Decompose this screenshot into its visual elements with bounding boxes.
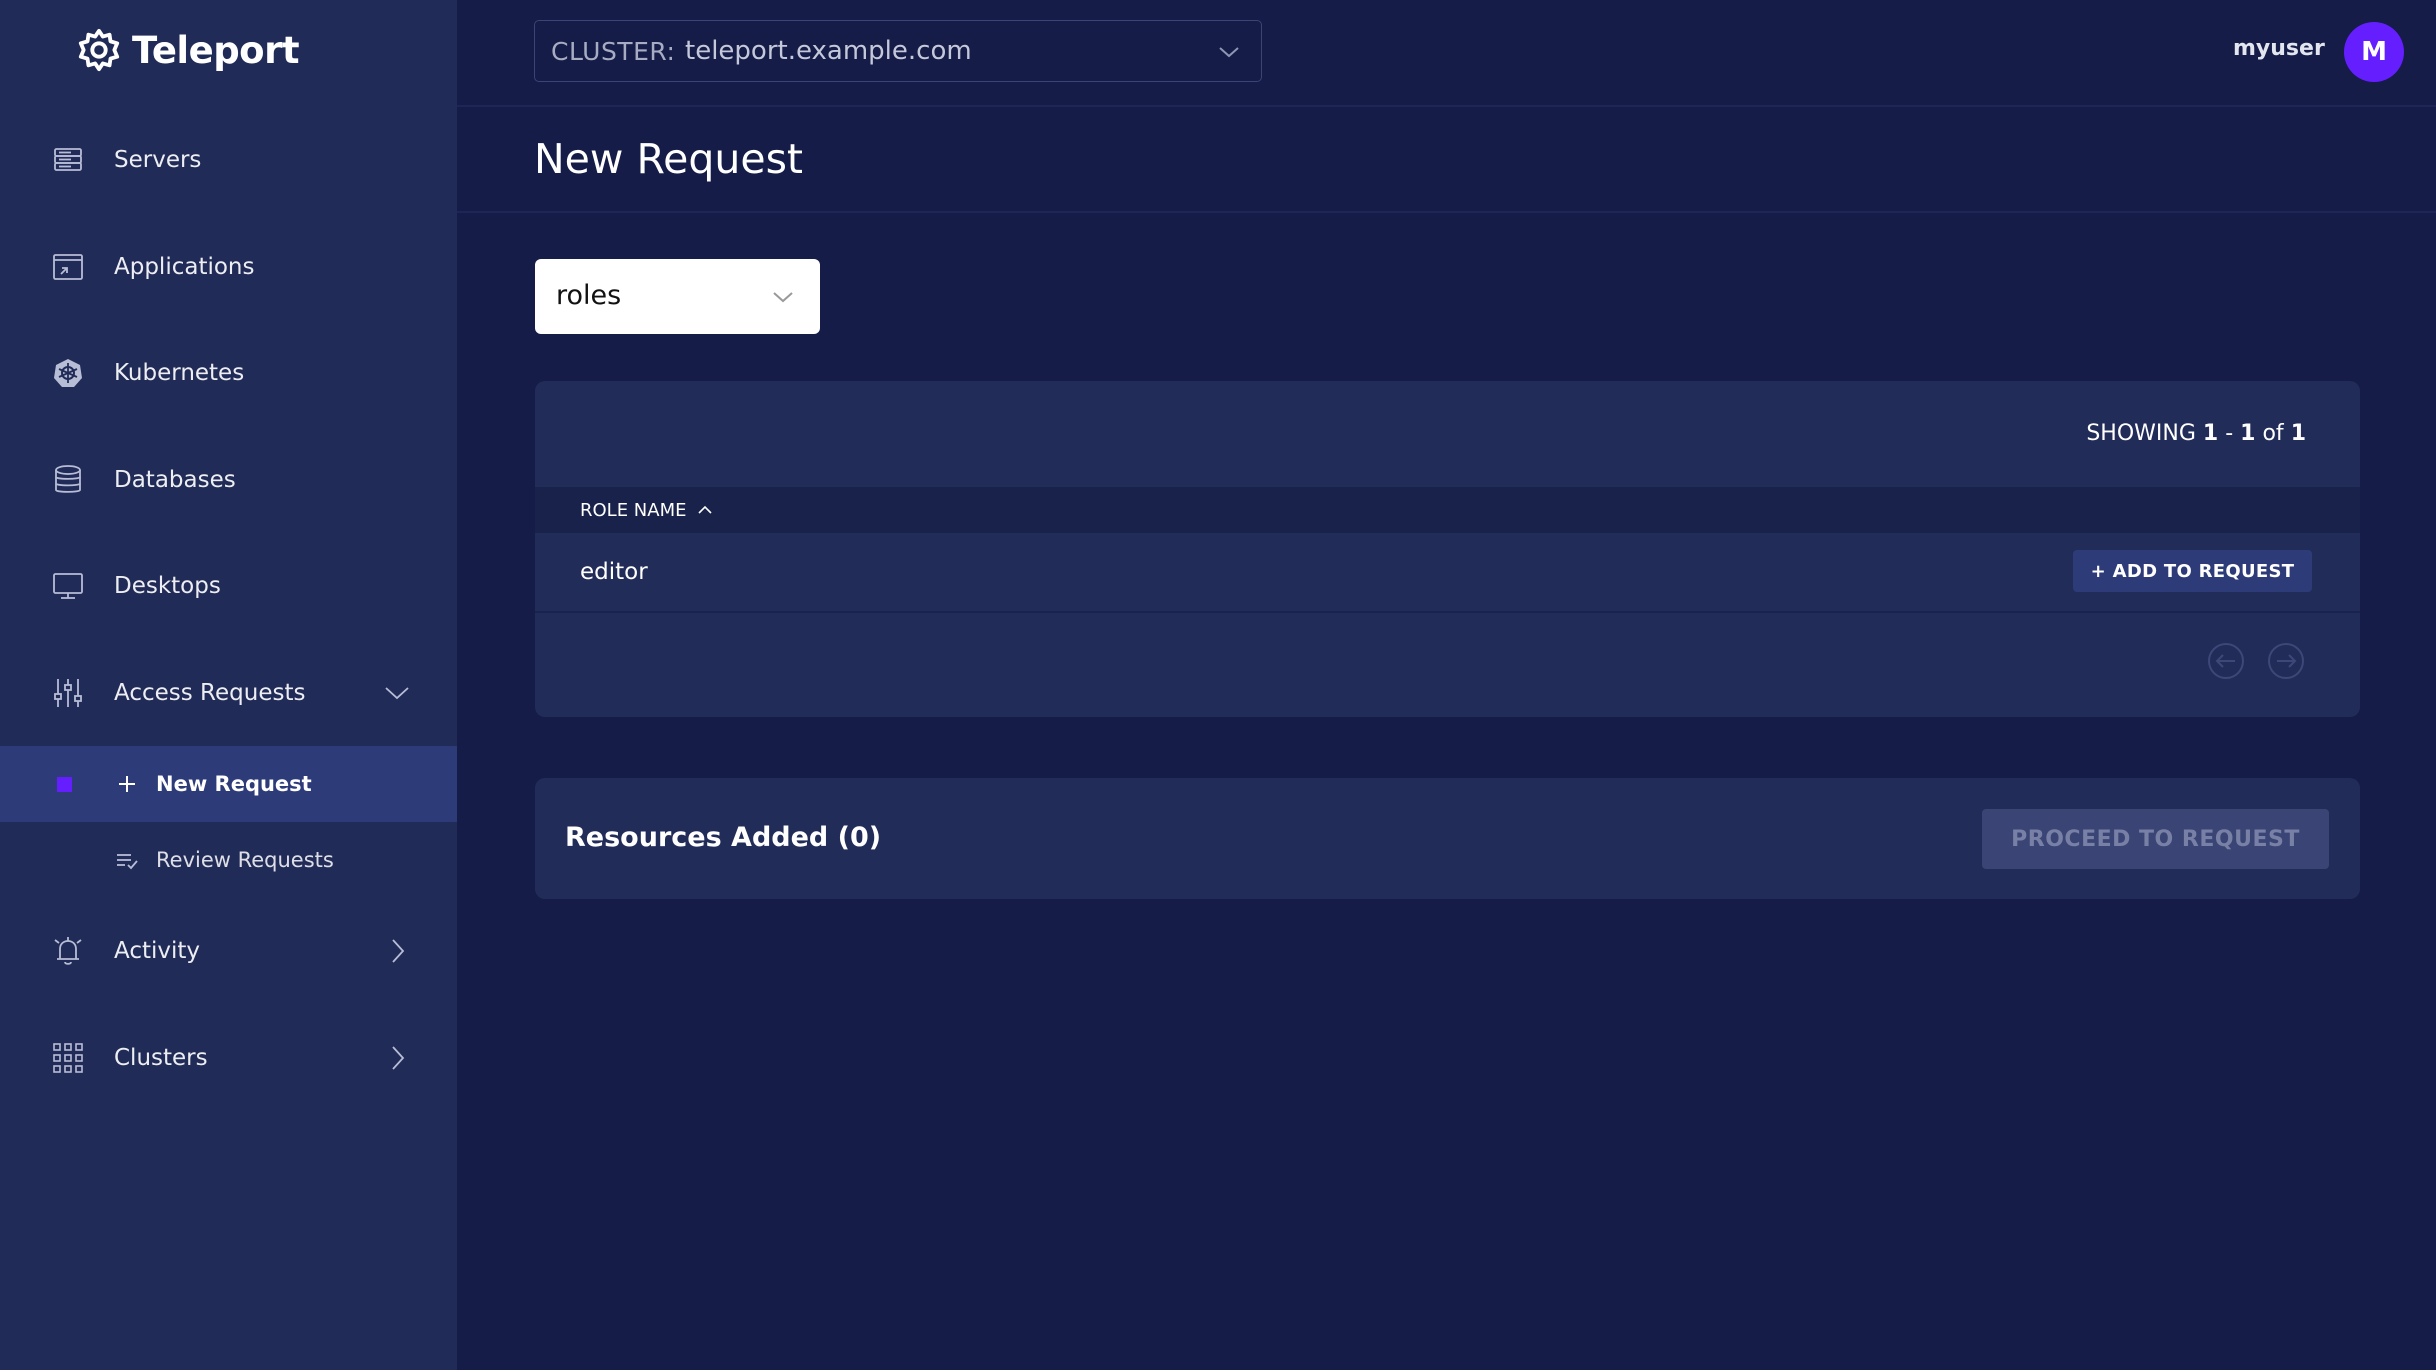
- sidebar-item-applications[interactable]: Applications: [0, 227, 457, 307]
- desktop-icon: [50, 568, 86, 604]
- sidebar-item-label: Activity: [114, 938, 201, 964]
- sidebar-item-desktops[interactable]: Desktops: [0, 546, 457, 626]
- topbar: CLUSTER: teleport.example.com myuser M: [457, 0, 2436, 107]
- sidebar-item-label: Access Requests: [114, 680, 306, 706]
- chevron-down-icon[interactable]: [382, 678, 412, 708]
- sliders-icon: [50, 675, 86, 711]
- page-header: New Request: [457, 107, 2436, 213]
- sidebar-item-label: Desktops: [114, 573, 221, 599]
- chevron-down-icon: [773, 292, 793, 303]
- column-header-label: ROLE NAME: [580, 499, 687, 521]
- active-indicator: [57, 776, 72, 792]
- cluster-select-value: teleport.example.com: [685, 36, 972, 66]
- sidebar-item-kubernetes[interactable]: Kubernetes: [0, 333, 457, 413]
- user-menu-name[interactable]: myuser: [2233, 36, 2325, 61]
- brand-name: Teleport: [132, 28, 300, 72]
- table-header: ROLE NAME: [535, 487, 2360, 533]
- sidebar-item-activity[interactable]: Activity: [0, 911, 457, 991]
- resources-added-panel: Resources Added (0) PROCEED TO REQUEST: [535, 778, 2360, 899]
- resource-kind-value: roles: [556, 280, 622, 311]
- sort-ascending-icon: [698, 505, 713, 514]
- sidebar-item-label: Servers: [114, 147, 202, 173]
- cluster-select-label: CLUSTER:: [551, 36, 676, 66]
- avatar[interactable]: M: [2344, 22, 2404, 82]
- sidebar-item-label: Clusters: [114, 1045, 208, 1071]
- proceed-to-request-button[interactable]: PROCEED TO REQUEST: [1982, 809, 2329, 869]
- avatar-initial: M: [2361, 37, 2387, 67]
- chevron-right-icon[interactable]: [382, 1043, 412, 1073]
- resource-kind-select[interactable]: roles: [535, 259, 820, 334]
- role-name-cell: editor: [580, 559, 648, 585]
- add-to-request-button[interactable]: + ADD TO REQUEST: [2073, 550, 2312, 592]
- sidebar-item-clusters[interactable]: Clusters: [0, 1018, 457, 1098]
- sidebar-subitem-new-request[interactable]: New Request: [0, 746, 457, 822]
- sidebar-item-access-requests[interactable]: Access Requests: [0, 653, 457, 733]
- sidebar-item-databases[interactable]: Databases: [0, 440, 457, 520]
- showing-total: 1: [2290, 421, 2306, 446]
- showing-of: of: [2262, 421, 2284, 446]
- page-title: New Request: [534, 135, 804, 183]
- teleport-logo[interactable]: Teleport: [76, 22, 300, 78]
- pagination-controls: [2207, 642, 2305, 680]
- resources-added-title: Resources Added (0): [565, 822, 882, 853]
- database-icon: [50, 462, 86, 498]
- sidebar-subitem-label: New Request: [156, 772, 312, 796]
- sidebar-item-label: Databases: [114, 467, 236, 493]
- cluster-select[interactable]: CLUSTER: teleport.example.com: [534, 20, 1262, 82]
- sidebar-item-label: Applications: [114, 254, 255, 280]
- kubernetes-icon: [50, 355, 86, 391]
- sidebar-subitem-label: Review Requests: [156, 848, 334, 872]
- chevron-down-icon: [1219, 47, 1239, 58]
- sidebar-subitem-review-requests[interactable]: Review Requests: [0, 822, 457, 898]
- application-icon: [50, 249, 86, 285]
- list-check-icon: [114, 847, 140, 873]
- sidebar-item-label: Kubernetes: [114, 360, 245, 386]
- sidebar: Teleport Servers Applications Kubernetes…: [0, 0, 457, 1370]
- sidebar-item-servers[interactable]: Servers: [0, 120, 457, 200]
- plus-icon: [114, 771, 140, 797]
- grid-icon: [50, 1040, 86, 1076]
- column-header-role-name[interactable]: ROLE NAME: [580, 500, 714, 521]
- server-icon: [50, 142, 86, 178]
- showing-to: 1: [2240, 421, 2256, 446]
- previous-page-icon[interactable]: [2207, 642, 2245, 680]
- pagination-summary: SHOWING 1 - 1 of 1: [2086, 421, 2306, 446]
- chevron-right-icon[interactable]: [382, 936, 412, 966]
- next-page-icon[interactable]: [2267, 642, 2305, 680]
- bell-icon: [50, 933, 86, 969]
- roles-table: SHOWING 1 - 1 of 1 ROLE NAME editor + AD…: [535, 381, 2360, 717]
- showing-prefix: SHOWING: [2086, 421, 2196, 446]
- showing-from: 1: [2202, 421, 2219, 446]
- table-row: editor + ADD TO REQUEST: [535, 533, 2360, 613]
- teleport-gear-icon: [78, 28, 120, 72]
